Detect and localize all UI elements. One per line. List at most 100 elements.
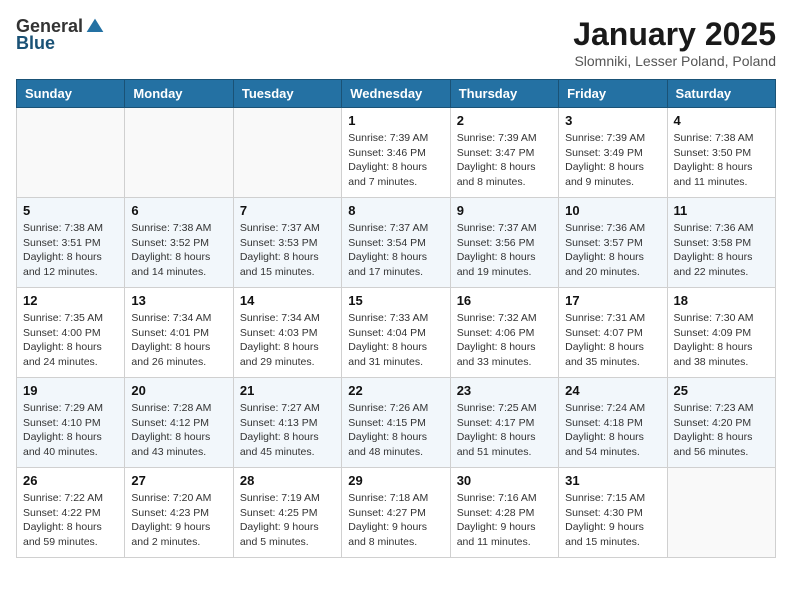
col-header-wednesday: Wednesday [342, 80, 450, 108]
cell-content: Sunrise: 7:35 AM Sunset: 4:00 PM Dayligh… [23, 311, 118, 370]
day-number: 5 [23, 203, 118, 218]
cell-content: Sunrise: 7:19 AM Sunset: 4:25 PM Dayligh… [240, 491, 335, 550]
calendar-cell: 23Sunrise: 7:25 AM Sunset: 4:17 PM Dayli… [450, 378, 558, 468]
calendar-cell: 25 Sunrise: 7:23 AM Sunset: 4:20 PM Dayli… [667, 378, 775, 468]
calendar-cell: 26 Sunrise: 7:22 AM Sunset: 4:22 PM Dayli… [17, 468, 125, 558]
day-number: 10 [565, 203, 660, 218]
day-number: 8 [348, 203, 443, 218]
cell-content: Sunrise: 7:25 AM Sunset: 4:17 PM Dayligh… [457, 401, 552, 460]
calendar-week-row: 19 Sunrise: 7:29 AM Sunset: 4:10 PM Dayli… [17, 378, 776, 468]
calendar-cell: 29 Sunrise: 7:18 AM Sunset: 4:27 PM Dayli… [342, 468, 450, 558]
day-number: 14 [240, 293, 335, 308]
calendar-cell: 27 Sunrise: 7:20 AM Sunset: 4:23 PM Dayli… [125, 468, 233, 558]
day-number: 13 [131, 293, 226, 308]
calendar-cell: 28 Sunrise: 7:19 AM Sunset: 4:25 PM Dayli… [233, 468, 341, 558]
day-number: 15 [348, 293, 443, 308]
calendar-week-row: 5 Sunrise: 7:38 AM Sunset: 3:51 PM Daylig… [17, 198, 776, 288]
calendar-week-row: 26 Sunrise: 7:22 AM Sunset: 4:22 PM Dayli… [17, 468, 776, 558]
cell-content: Sunrise: 7:18 AM Sunset: 4:27 PM Dayligh… [348, 491, 443, 550]
cell-content: Sunrise: 7:28 AM Sunset: 4:12 PM Dayligh… [131, 401, 226, 460]
day-number: 9 [457, 203, 552, 218]
cell-content: Sunrise: 7:23 AM Sunset: 4:20 PM Dayligh… [674, 401, 769, 460]
cell-content: Sunrise: 7:39 AM Sunset: 3:47 PM Dayligh… [457, 131, 552, 190]
cell-content: Sunrise: 7:29 AM Sunset: 4:10 PM Dayligh… [23, 401, 118, 460]
cell-content: Sunrise: 7:37 AM Sunset: 3:53 PM Dayligh… [240, 221, 335, 280]
cell-content: Sunrise: 7:38 AM Sunset: 3:50 PM Dayligh… [674, 131, 769, 190]
logo-blue-text: Blue [16, 33, 55, 54]
calendar-cell: 30Sunrise: 7:16 AM Sunset: 4:28 PM Dayli… [450, 468, 558, 558]
cell-content: Sunrise: 7:26 AM Sunset: 4:15 PM Dayligh… [348, 401, 443, 460]
day-number: 27 [131, 473, 226, 488]
col-header-thursday: Thursday [450, 80, 558, 108]
day-number: 26 [23, 473, 118, 488]
calendar-cell: 2 Sunrise: 7:39 AM Sunset: 3:47 PM Daylig… [450, 108, 558, 198]
logo: General Blue [16, 16, 105, 54]
calendar-cell: 11 Sunrise: 7:36 AM Sunset: 3:58 PM Dayli… [667, 198, 775, 288]
calendar-cell: 19 Sunrise: 7:29 AM Sunset: 4:10 PM Dayli… [17, 378, 125, 468]
day-number: 29 [348, 473, 443, 488]
calendar-week-row: 1 Sunrise: 7:39 AM Sunset: 3:46 PM Daylig… [17, 108, 776, 198]
day-number: 1 [348, 113, 443, 128]
calendar-cell: 12 Sunrise: 7:35 AM Sunset: 4:00 PM Dayli… [17, 288, 125, 378]
day-number: 16 [457, 293, 552, 308]
cell-content: Sunrise: 7:39 AM Sunset: 3:46 PM Dayligh… [348, 131, 443, 190]
day-number: 31 [565, 473, 660, 488]
day-number: 4 [674, 113, 769, 128]
cell-content: Sunrise: 7:36 AM Sunset: 3:57 PM Dayligh… [565, 221, 660, 280]
calendar-cell: 17Sunrise: 7:31 AM Sunset: 4:07 PM Dayli… [559, 288, 667, 378]
day-number: 2 [457, 113, 552, 128]
cell-content: Sunrise: 7:24 AM Sunset: 4:18 PM Dayligh… [565, 401, 660, 460]
calendar-cell: 24 Sunrise: 7:24 AM Sunset: 4:18 PM Dayli… [559, 378, 667, 468]
day-number: 28 [240, 473, 335, 488]
calendar-cell: 4 Sunrise: 7:38 AM Sunset: 3:50 PM Daylig… [667, 108, 775, 198]
day-number: 12 [23, 293, 118, 308]
cell-content: Sunrise: 7:37 AM Sunset: 3:54 PM Dayligh… [348, 221, 443, 280]
cell-content: Sunrise: 7:36 AM Sunset: 3:58 PM Dayligh… [674, 221, 769, 280]
calendar-cell: 21 Sunrise: 7:27 AM Sunset: 4:13 PM Dayli… [233, 378, 341, 468]
calendar-cell: 10 Sunrise: 7:36 AM Sunset: 3:57 PM Dayli… [559, 198, 667, 288]
day-number: 19 [23, 383, 118, 398]
cell-content: Sunrise: 7:39 AM Sunset: 3:49 PM Dayligh… [565, 131, 660, 190]
calendar-cell: 15 Sunrise: 7:33 AM Sunset: 4:04 PM Dayli… [342, 288, 450, 378]
day-number: 3 [565, 113, 660, 128]
cell-content: Sunrise: 7:15 AM Sunset: 4:30 PM Dayligh… [565, 491, 660, 550]
col-header-monday: Monday [125, 80, 233, 108]
cell-content: Sunrise: 7:22 AM Sunset: 4:22 PM Dayligh… [23, 491, 118, 550]
calendar-cell: 9 Sunrise: 7:37 AM Sunset: 3:56 PM Daylig… [450, 198, 558, 288]
calendar-cell: 8 Sunrise: 7:37 AM Sunset: 3:54 PM Daylig… [342, 198, 450, 288]
location-subtitle: Slomniki, Lesser Poland, Poland [573, 53, 776, 69]
cell-content: Sunrise: 7:20 AM Sunset: 4:23 PM Dayligh… [131, 491, 226, 550]
day-number: 30 [457, 473, 552, 488]
day-number: 24 [565, 383, 660, 398]
cell-content: Sunrise: 7:33 AM Sunset: 4:04 PM Dayligh… [348, 311, 443, 370]
col-header-sunday: Sunday [17, 80, 125, 108]
calendar-cell [233, 108, 341, 198]
calendar-table: SundayMondayTuesdayWednesdayThursdayFrid… [16, 79, 776, 558]
day-number: 18 [674, 293, 769, 308]
calendar-cell: 7 Sunrise: 7:37 AM Sunset: 3:53 PM Daylig… [233, 198, 341, 288]
day-number: 20 [131, 383, 226, 398]
calendar-cell: 3 Sunrise: 7:39 AM Sunset: 3:49 PM Daylig… [559, 108, 667, 198]
day-number: 25 [674, 383, 769, 398]
cell-content: Sunrise: 7:38 AM Sunset: 3:52 PM Dayligh… [131, 221, 226, 280]
calendar-cell: 6 Sunrise: 7:38 AM Sunset: 3:52 PM Daylig… [125, 198, 233, 288]
calendar-cell: 1 Sunrise: 7:39 AM Sunset: 3:46 PM Daylig… [342, 108, 450, 198]
col-header-tuesday: Tuesday [233, 80, 341, 108]
col-header-friday: Friday [559, 80, 667, 108]
day-number: 22 [348, 383, 443, 398]
page-header: General Blue January 2025 Slomniki, Less… [16, 16, 776, 69]
cell-content: Sunrise: 7:38 AM Sunset: 3:51 PM Dayligh… [23, 221, 118, 280]
cell-content: Sunrise: 7:37 AM Sunset: 3:56 PM Dayligh… [457, 221, 552, 280]
calendar-cell: 16 Sunrise: 7:32 AM Sunset: 4:06 PM Dayli… [450, 288, 558, 378]
cell-content: Sunrise: 7:27 AM Sunset: 4:13 PM Dayligh… [240, 401, 335, 460]
cell-content: Sunrise: 7:32 AM Sunset: 4:06 PM Dayligh… [457, 311, 552, 370]
calendar-cell [125, 108, 233, 198]
day-number: 21 [240, 383, 335, 398]
day-number: 7 [240, 203, 335, 218]
day-number: 6 [131, 203, 226, 218]
calendar-cell [667, 468, 775, 558]
calendar-cell: 22 Sunrise: 7:26 AM Sunset: 4:15 PM Dayli… [342, 378, 450, 468]
cell-content: Sunrise: 7:34 AM Sunset: 4:03 PM Dayligh… [240, 311, 335, 370]
title-section: January 2025 Slomniki, Lesser Poland, Po… [573, 16, 776, 69]
day-number: 11 [674, 203, 769, 218]
